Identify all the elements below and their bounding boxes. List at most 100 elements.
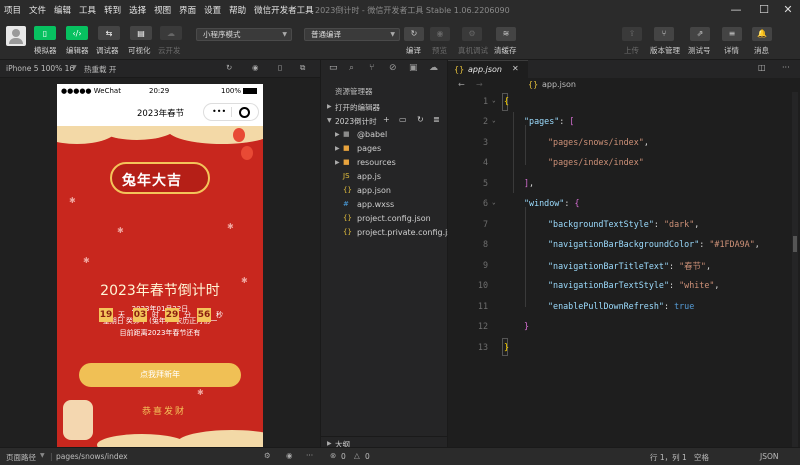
chevron-right-icon: ▶ [327, 103, 332, 110]
avatar[interactable] [6, 26, 26, 46]
new-file-icon[interactable]: + [383, 115, 390, 124]
popout-icon[interactable]: ⧉ [300, 63, 305, 73]
hotreload-toggle[interactable]: 热重载 开 [84, 64, 116, 75]
chevron-down-icon[interactable]: ▼ [40, 452, 45, 459]
page-path[interactable]: pages/snows/index [56, 452, 128, 461]
menu-edit[interactable]: 编辑 [50, 4, 75, 16]
close-mini-icon[interactable] [239, 107, 250, 118]
folder-icon: ■ [343, 158, 350, 166]
breadcrumb: ← → {} app.json [448, 78, 800, 92]
version-button[interactable]: ⑂ [654, 27, 674, 41]
close-icon[interactable]: ✕ [776, 2, 800, 18]
debugger-button[interactable]: ⇆ [98, 26, 120, 40]
code-editor[interactable]: 1 2 3 4 5 6 7 8 9 10 11 12 13 ⌄ ⌄ ⌄ { "p… [448, 92, 800, 447]
tree-item-label: app.json [357, 186, 391, 195]
phone-icon[interactable]: ▯ [278, 63, 282, 72]
minimize-icon[interactable]: — [724, 2, 748, 18]
menu-view[interactable]: 视图 [150, 4, 175, 16]
menu-project[interactable]: 项目 [0, 4, 25, 16]
line-number: 11 [477, 301, 488, 311]
settings-icon[interactable]: ⚙ [264, 451, 271, 460]
menu-settings[interactable]: 设置 [200, 4, 225, 16]
compile-button[interactable]: ↻ [404, 27, 424, 41]
battery-icon [243, 88, 257, 94]
capsule-menu[interactable]: ••• [203, 103, 259, 121]
phone-status-bar: ●●●●● WeChat 20:29 100% [57, 84, 263, 98]
simulator-button[interactable]: ▯ [34, 26, 56, 40]
tree-item-project-private-config[interactable]: {} project.private.config.js... [321, 226, 448, 240]
more-icon[interactable]: ··· [306, 451, 313, 460]
forward-icon[interactable]: → [476, 80, 483, 89]
error-count[interactable]: 0 [341, 452, 346, 461]
lion-dance-icon [63, 400, 93, 440]
project-section[interactable]: ▼ 2023倒计时 + ▭ ↻ ≣ [321, 114, 448, 128]
close-icon[interactable]: ✕ [512, 64, 519, 73]
tree-item-resources[interactable]: ▶ ■ resources [321, 156, 448, 170]
debug-icon[interactable]: ⊘ [389, 63, 397, 73]
search-icon[interactable]: ⌕ [349, 63, 354, 73]
messages-button[interactable]: 🔔 [752, 27, 772, 41]
refresh-icon[interactable]: ↻ [226, 63, 232, 72]
device-select[interactable]: iPhone 5 100% 16 [6, 64, 74, 73]
breadcrumb-file[interactable]: app.json [542, 80, 576, 89]
extensions-icon[interactable]: ▣ [409, 63, 418, 73]
maximize-icon[interactable]: ☐ [752, 2, 776, 18]
tab-app-json[interactable]: {} app.json ✕ [448, 60, 528, 78]
clearcache-button[interactable]: ≋ [496, 27, 516, 41]
tree-item-app-json[interactable]: {} app.json [321, 184, 448, 198]
new-folder-icon[interactable]: ▭ [399, 115, 407, 124]
tree-item-label: @babel [357, 130, 388, 139]
files-icon[interactable]: ▭ [329, 63, 338, 73]
page-path-label[interactable]: 页面路径 [6, 452, 36, 463]
chevron-down-icon: ▼ [327, 117, 332, 124]
menu-file[interactable]: 文件 [25, 4, 50, 16]
visual-button[interactable]: ▤ [130, 26, 152, 40]
details-button[interactable]: ≡ [722, 27, 742, 41]
chevron-down-icon[interactable]: ▼ [72, 64, 77, 71]
scrollbar[interactable] [792, 92, 798, 447]
mode-select[interactable]: 小程序模式 ▼ [196, 28, 292, 41]
menu-goto[interactable]: 转到 [100, 4, 125, 16]
collapse-icon[interactable]: ≣ [433, 115, 440, 124]
greet-button[interactable]: 点我拜新年 [79, 363, 241, 387]
back-icon[interactable]: ← [458, 80, 465, 89]
refresh-icon[interactable]: ↻ [417, 115, 424, 124]
realdevice-button[interactable]: ⚙ [462, 27, 482, 41]
explorer-header: ▭ ⌕ ⑂ ⊘ ▣ ☁ [320, 60, 448, 78]
fold-icon[interactable]: ⌄ [492, 117, 496, 124]
indent-setting[interactable]: 空格 [694, 452, 709, 463]
menu-tools[interactable]: 工具 [75, 4, 100, 16]
more-icon[interactable]: ··· [782, 63, 790, 72]
testid-button[interactable]: ⇗ [690, 27, 710, 41]
cloud-icon[interactable]: ☁ [429, 63, 438, 73]
menu-devtools[interactable]: 微信开发者工具 [250, 4, 318, 16]
tree-item-app-js[interactable]: JS app.js [321, 170, 448, 184]
cloud-button[interactable]: ☁ [160, 26, 182, 40]
language-mode[interactable]: JSON [760, 452, 779, 461]
open-editors-section[interactable]: ▶ 打开的编辑器 [321, 100, 448, 114]
split-editor-icon[interactable]: ◫ [758, 63, 766, 72]
warning-count[interactable]: 0 [365, 452, 370, 461]
eye-icon[interactable]: ◉ [286, 451, 293, 460]
tree-item-project-config[interactable]: {} project.config.json [321, 212, 448, 226]
error-icon[interactable]: ⊗ [330, 451, 336, 460]
compile-select[interactable]: 普通编译 ▼ [304, 28, 400, 41]
chevron-right-icon: ▶ [327, 440, 332, 447]
preview-button[interactable]: ◉ [430, 27, 450, 41]
fold-icon[interactable]: ⌄ [492, 199, 496, 206]
tree-item-babel[interactable]: ▶ ■ @babel [321, 128, 448, 142]
upload-button[interactable]: ⇪ [622, 27, 642, 41]
git-icon[interactable]: ⑂ [369, 63, 374, 73]
cursor-position[interactable]: 行 1，列 1 [650, 452, 687, 463]
warning-icon[interactable]: △ [354, 451, 360, 460]
menu-select[interactable]: 选择 [125, 4, 150, 16]
editor-button[interactable]: ‹/› [66, 26, 88, 40]
realdevice-label: 真机调试 [458, 46, 488, 55]
tree-item-pages[interactable]: ▶ ■ pages [321, 142, 448, 156]
more-icon[interactable]: ••• [212, 107, 226, 116]
stop-icon[interactable]: ◉ [252, 63, 259, 72]
menu-help[interactable]: 帮助 [225, 4, 250, 16]
tree-item-app-wxss[interactable]: # app.wxss [321, 198, 448, 212]
menu-interface[interactable]: 界面 [175, 4, 200, 16]
fold-icon[interactable]: ⌄ [492, 97, 496, 104]
